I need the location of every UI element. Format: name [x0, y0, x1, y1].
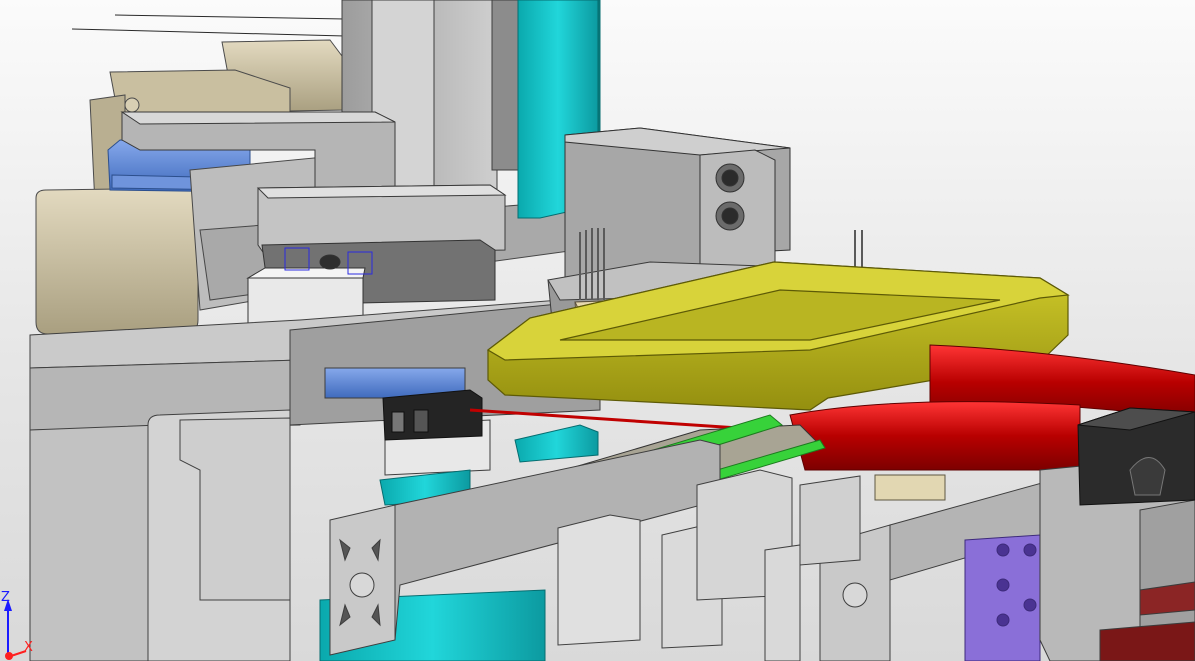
cad-3d-viewport[interactable]	[0, 0, 1195, 661]
z-axis-label: Z	[1, 590, 10, 605]
red-cable-thin	[469, 408, 769, 432]
motor-housing-right[interactable]	[1077, 407, 1195, 506]
origin-dot	[5, 652, 13, 660]
photo-sensor[interactable]	[382, 389, 483, 441]
beige-spacer	[874, 474, 946, 501]
sketch-lines	[71, 14, 346, 37]
x-axis-label: X	[24, 640, 33, 655]
purple-bracket[interactable]	[964, 534, 1041, 661]
